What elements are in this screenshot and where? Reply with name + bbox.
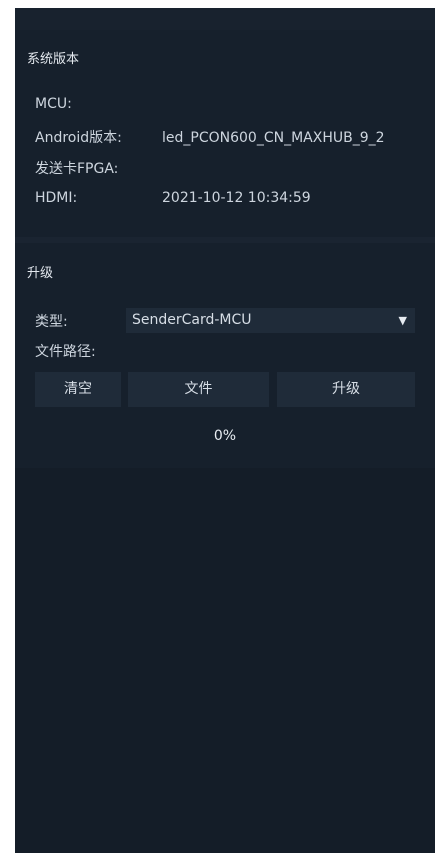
upgrade-section-title: 升级 [27,266,54,281]
android-row: Android版本: led_PCON600_CN_MAXHUB_9_2 [35,127,435,147]
hdmi-label: HDMI: [35,190,78,206]
fpga-row: 发送卡FPGA: [35,158,435,178]
file-button[interactable]: 文件 [128,372,269,407]
clear-button[interactable]: 清空 [35,372,121,407]
android-label: Android版本: [35,130,122,146]
settings-panel: 系统版本 MCU: Android版本: led_PCON600_CN_MAXHU… [15,8,435,853]
hdmi-value: 2021-10-12 10:34:59 [162,190,311,206]
version-section-title: 系统版本 [27,52,80,67]
fpga-label: 发送卡FPGA: [35,161,119,177]
file-path-label: 文件路径: [35,344,96,360]
progress-percent: 0% [213,428,237,444]
type-select-value: SenderCard-MCU [132,312,252,328]
type-select[interactable]: SenderCard-MCU ▼ [126,308,415,333]
chevron-down-icon: ▼ [398,314,407,327]
empty-area [15,468,435,853]
top-strip [15,8,435,30]
mcu-label: MCU: [35,96,72,112]
android-value: led_PCON600_CN_MAXHUB_9_2 [162,130,385,146]
upgrade-button[interactable]: 升级 [277,372,415,407]
mcu-row: MCU: [35,96,435,112]
hdmi-row: HDMI: 2021-10-12 10:34:59 [35,190,435,206]
section-divider [15,237,435,243]
